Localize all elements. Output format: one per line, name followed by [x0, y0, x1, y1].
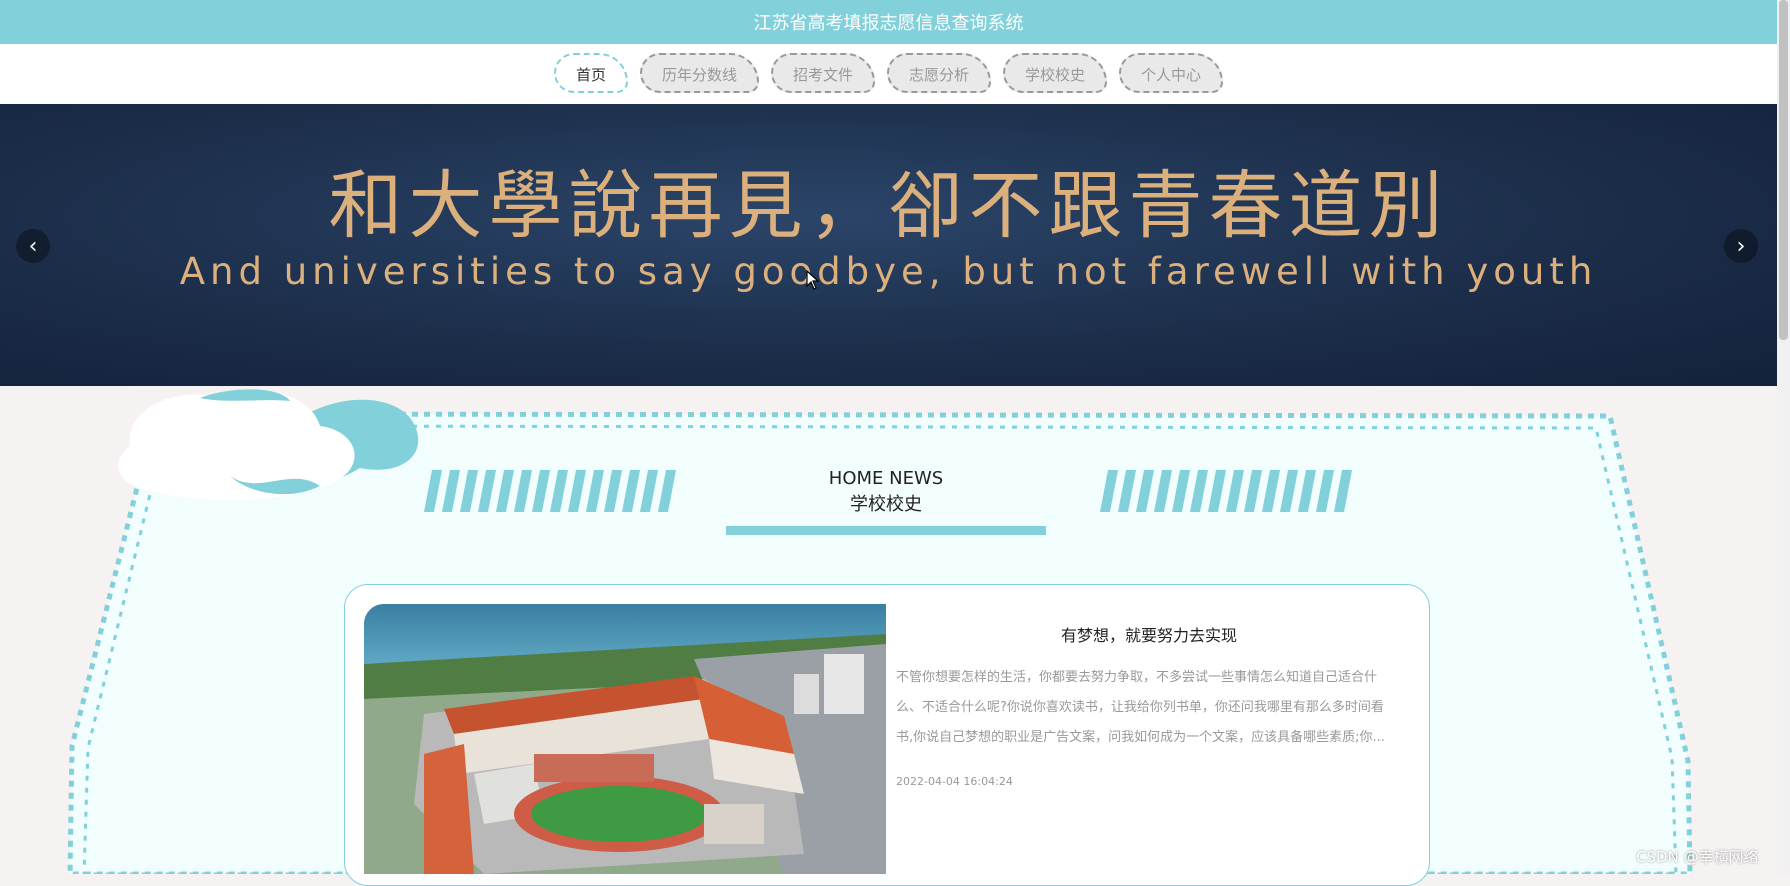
tab-admission-docs[interactable]: 招考文件	[770, 53, 875, 93]
banner-title-cn: 和大學說再見，卻不跟青春道別	[328, 163, 1449, 249]
chevron-right-icon: ›	[1736, 233, 1746, 259]
mouse-cursor-icon	[806, 270, 820, 290]
chevron-left-icon: ‹	[28, 233, 38, 259]
tab-application-analysis[interactable]: 志愿分析	[887, 53, 992, 93]
heading-underline	[726, 526, 1046, 535]
school-photo[interactable]	[364, 604, 886, 874]
scrollbar-thumb[interactable]	[1779, 0, 1788, 340]
page-scrollbar[interactable]	[1777, 0, 1790, 874]
site-title-bar: 江苏省高考填报志愿信息查询系统	[0, 0, 1777, 44]
news-title[interactable]: 有梦想，就要努力去实现	[1006, 622, 1292, 646]
banner-title-en: And universities to say goodbye, but not…	[179, 250, 1598, 293]
tab-school-history[interactable]: 学校校史	[1003, 53, 1108, 93]
carousel-next-button[interactable]: ›	[1724, 229, 1758, 263]
tab-home[interactable]: 首页	[553, 53, 628, 93]
section-heading: HOME NEWS 学校校史	[726, 466, 1046, 518]
tab-score-lines[interactable]: 历年分数线	[639, 53, 759, 93]
tab-personal-center[interactable]: 个人中心	[1119, 53, 1224, 93]
stripe-decoration-left	[424, 470, 676, 512]
banner-carousel[interactable]: 和大學說再見，卻不跟青春道別 And universities to say g…	[0, 104, 1777, 386]
site-title: 江苏省高考填报志愿信息查询系统	[753, 13, 1024, 34]
main-nav: 首页 历年分数线 招考文件 志愿分析 学校校史 个人中心	[0, 44, 1777, 104]
section-heading-cn: 学校校史	[850, 494, 922, 515]
stripe-decoration-right	[1100, 470, 1352, 512]
section-heading-en: HOME NEWS	[828, 468, 944, 489]
watermark: CSDN @幸横网络	[1636, 848, 1759, 866]
carousel-prev-button[interactable]: ‹	[16, 229, 50, 263]
news-excerpt: 不管你想要怎样的生活，你都要去努力争取，不多尝试一些事情怎么知道自己适合什么、不…	[896, 670, 1385, 745]
cloud-decoration	[118, 389, 419, 501]
news-date: 2022-04-04 16:04:24	[896, 775, 1013, 788]
